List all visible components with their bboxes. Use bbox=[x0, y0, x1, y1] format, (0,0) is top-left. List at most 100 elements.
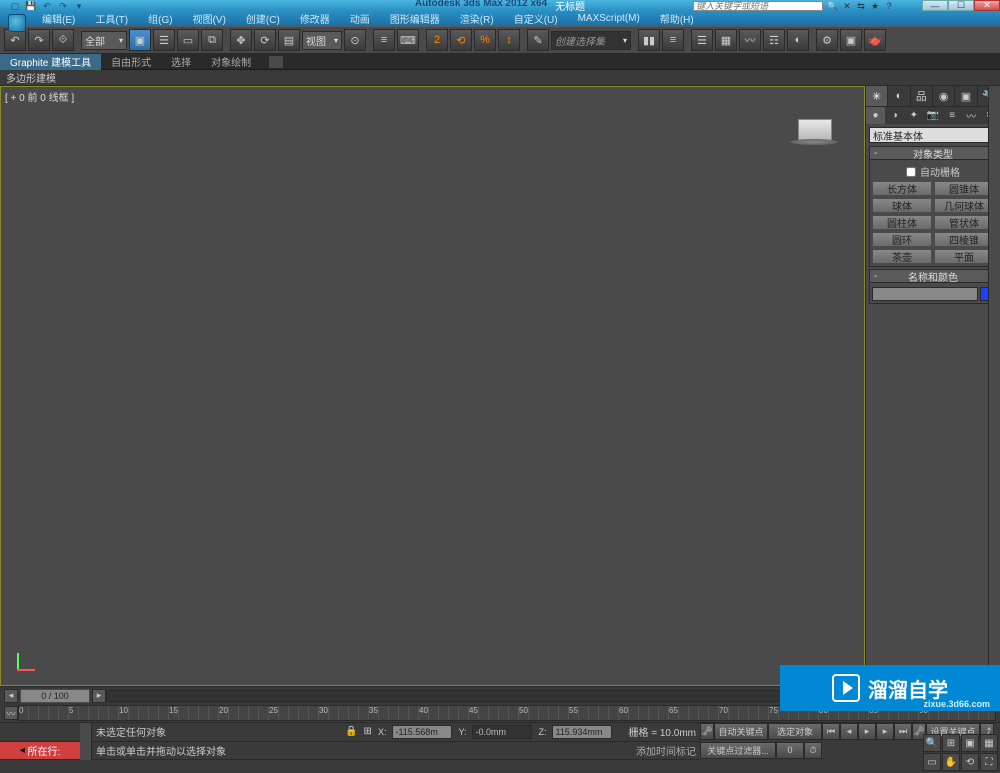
menu-customize[interactable]: 自定义(U) bbox=[504, 11, 568, 26]
snap-spinner-icon[interactable]: ↕ bbox=[498, 29, 520, 51]
pyramid-button[interactable]: 四棱锥 bbox=[934, 232, 994, 247]
absolute-mode-icon[interactable]: ⊞ bbox=[364, 726, 372, 737]
shapes-icon[interactable]: ◑ bbox=[885, 107, 904, 124]
zoom-extents-icon[interactable]: ▣ bbox=[961, 734, 979, 752]
window-minimize-button[interactable]: — bbox=[922, 0, 948, 11]
box-button[interactable]: 长方体 bbox=[872, 181, 932, 196]
material-editor-icon[interactable]: ◐ bbox=[787, 29, 809, 51]
render-frame-icon[interactable]: ▣ bbox=[840, 29, 862, 51]
maxscript-mini-listener[interactable] bbox=[80, 723, 92, 760]
menu-views[interactable]: 视图(V) bbox=[183, 11, 236, 26]
rect-region-icon[interactable]: ▭ bbox=[177, 29, 199, 51]
named-sel-edit-icon[interactable]: ✎ bbox=[527, 29, 549, 51]
trackbar-mini-curve-icon[interactable]: 〰 bbox=[4, 706, 18, 720]
window-close-button[interactable]: ✕ bbox=[974, 0, 1000, 11]
menu-create[interactable]: 创建(C) bbox=[236, 11, 290, 26]
zoom-extents-all-icon[interactable]: ▦ bbox=[980, 734, 998, 752]
zoom-all-icon[interactable]: ⊞ bbox=[942, 734, 960, 752]
object-type-rollout-header[interactable]: -对象类型 bbox=[869, 146, 997, 160]
snap-angle-icon[interactable]: ⟲ bbox=[450, 29, 472, 51]
goto-end-icon[interactable]: ⏭ bbox=[894, 723, 912, 740]
zoom-icon[interactable]: 🔍 bbox=[923, 734, 941, 752]
menu-group[interactable]: 组(G) bbox=[138, 11, 182, 26]
keyboard-shortcut-icon[interactable]: ⌨ bbox=[397, 29, 419, 51]
cone-button[interactable]: 圆锥体 bbox=[934, 181, 994, 196]
command-panel-scrollbar[interactable] bbox=[988, 86, 1000, 684]
select-rotate-icon[interactable]: ⟳ bbox=[254, 29, 276, 51]
add-time-tag[interactable]: 添加时间标记 bbox=[636, 743, 696, 758]
align-icon[interactable]: ≡ bbox=[662, 29, 684, 51]
redo-icon[interactable]: ↷ bbox=[28, 29, 50, 51]
snap-percent-icon[interactable]: % bbox=[474, 29, 496, 51]
subscription-icon[interactable]: ✕ bbox=[841, 1, 853, 11]
select-scale-icon[interactable]: ▤ bbox=[278, 29, 300, 51]
geosphere-button[interactable]: 几何球体 bbox=[934, 198, 994, 213]
goto-start-icon[interactable]: ⏮ bbox=[822, 723, 840, 740]
ribbon-collapse-icon[interactable] bbox=[269, 56, 283, 68]
time-slider-handle[interactable]: 0 / 100 bbox=[20, 689, 90, 703]
spacewarps-icon[interactable]: 〰 bbox=[962, 107, 981, 124]
plane-button[interactable]: 平面 bbox=[934, 249, 994, 264]
qat-new-icon[interactable]: ▢ bbox=[8, 1, 22, 11]
create-tab-icon[interactable]: ✳ bbox=[866, 86, 888, 106]
x-coord-field[interactable]: -115.568m bbox=[392, 725, 452, 739]
exchange-icon[interactable]: ⇆ bbox=[855, 1, 867, 11]
viewcube[interactable] bbox=[790, 119, 840, 147]
application-icon[interactable] bbox=[8, 14, 26, 32]
snap-2d-icon[interactable]: 2 bbox=[426, 29, 448, 51]
qat-dropdown-icon[interactable]: ▾ bbox=[72, 1, 86, 11]
help-icon[interactable]: ? bbox=[883, 1, 895, 11]
torus-button[interactable]: 圆环 bbox=[872, 232, 932, 247]
sphere-button[interactable]: 球体 bbox=[872, 198, 932, 213]
time-slider-prev-icon[interactable]: ◂ bbox=[4, 689, 18, 703]
schematic-icon[interactable]: ☶ bbox=[763, 29, 785, 51]
viewport-label[interactable]: [ + 0 前 0 线框 ] bbox=[5, 89, 74, 104]
menu-help[interactable]: 帮助(H) bbox=[650, 11, 704, 26]
search-icon[interactable]: 🔍 bbox=[827, 1, 839, 11]
manipulate-icon[interactable]: ≡ bbox=[373, 29, 395, 51]
menu-modifiers[interactable]: 修改器 bbox=[290, 11, 340, 26]
next-frame-icon[interactable]: ▸ bbox=[876, 723, 894, 740]
cameras-icon[interactable]: 📷 bbox=[923, 107, 942, 124]
window-maximize-button[interactable]: ☐ bbox=[948, 0, 974, 11]
motion-tab-icon[interactable]: ◉ bbox=[933, 86, 955, 106]
infocenter-search-input[interactable] bbox=[693, 1, 823, 11]
select-move-icon[interactable]: ✥ bbox=[230, 29, 252, 51]
graphite-tab-paint[interactable]: 对象绘制 bbox=[201, 54, 261, 70]
teapot-button[interactable]: 茶壶 bbox=[872, 249, 932, 264]
key-filters-button[interactable]: 关键点过滤器... bbox=[700, 742, 776, 759]
layers-icon[interactable]: ☰ bbox=[691, 29, 713, 51]
select-object-icon[interactable]: ▣ bbox=[129, 29, 151, 51]
mirror-icon[interactable]: ▮▮ bbox=[638, 29, 660, 51]
menu-edit[interactable]: 编辑(E) bbox=[32, 11, 85, 26]
lights-icon[interactable]: ✦ bbox=[904, 107, 923, 124]
geometry-icon[interactable]: ● bbox=[866, 107, 885, 124]
qat-undo-icon[interactable]: ↶ bbox=[40, 1, 54, 11]
lock-selection-icon[interactable]: 🔒 bbox=[345, 726, 357, 737]
time-config-icon[interactable]: ⏱ bbox=[804, 742, 822, 759]
qat-redo-icon[interactable]: ↷ bbox=[56, 1, 70, 11]
menu-maxscript[interactable]: MAXScript(M) bbox=[568, 13, 650, 24]
maximize-viewport-icon[interactable]: ⛶ bbox=[980, 753, 998, 771]
prev-frame-icon[interactable]: ◂ bbox=[840, 723, 858, 740]
name-color-rollout-header[interactable]: -名称和颜色 bbox=[869, 269, 997, 283]
menu-animation[interactable]: 动画 bbox=[340, 11, 380, 26]
modify-tab-icon[interactable]: ◐ bbox=[888, 86, 910, 106]
hierarchy-tab-icon[interactable]: 品 bbox=[911, 86, 933, 106]
window-crossing-icon[interactable]: ⧉ bbox=[201, 29, 223, 51]
z-coord-field[interactable]: 115.934mm bbox=[552, 725, 612, 739]
curve-editor-icon[interactable]: 〰 bbox=[739, 29, 761, 51]
viewport-front[interactable]: [ + 0 前 0 线框 ] bbox=[0, 86, 865, 686]
auto-key-button[interactable]: 自动关键点 bbox=[714, 723, 768, 740]
ref-coord-combo[interactable]: 视图▾ bbox=[302, 31, 342, 50]
cylinder-button[interactable]: 圆柱体 bbox=[872, 215, 932, 230]
category-combo[interactable]: 标准基本体▾ bbox=[869, 127, 997, 143]
graphite-toggle-icon[interactable]: ▦ bbox=[715, 29, 737, 51]
key-lock-icon[interactable]: 🗝 bbox=[700, 723, 714, 740]
menu-rendering[interactable]: 渲染(R) bbox=[450, 11, 504, 26]
pivot-icon[interactable]: ⊙ bbox=[344, 29, 366, 51]
graphite-tab-selection[interactable]: 选择 bbox=[161, 54, 201, 70]
fov-icon[interactable]: ▭ bbox=[923, 753, 941, 771]
orbit-icon[interactable]: ⟲ bbox=[961, 753, 979, 771]
tube-button[interactable]: 管状体 bbox=[934, 215, 994, 230]
